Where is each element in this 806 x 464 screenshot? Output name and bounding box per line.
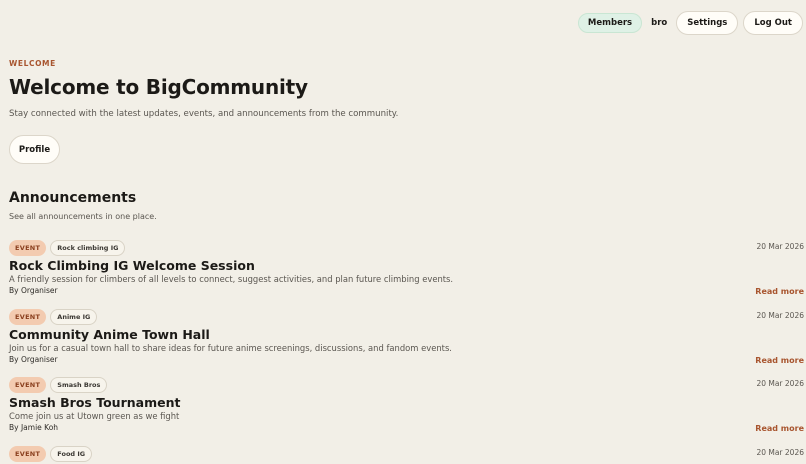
- top-nav: Members bro Settings Log Out: [577, 11, 803, 35]
- announcement-tags: EVENT Smash Bros: [9, 377, 108, 393]
- announcement-title: Rock Climbing IG Welcome Session: [9, 258, 255, 273]
- announcement-description: Come join us at Utown green as we fight: [9, 411, 180, 421]
- announcement-card: EVENT Anime IG 20 Mar 2026 Community Ani…: [9, 309, 804, 373]
- event-badge: EVENT: [9, 446, 47, 462]
- group-tag: Rock climbing IG: [50, 240, 126, 256]
- page-subtitle: Stay connected with the latest updates, …: [9, 109, 399, 119]
- announcement-date: 20 Mar 2026: [756, 242, 804, 251]
- read-more-link[interactable]: Read more: [755, 356, 804, 365]
- group-tag: Food IG: [50, 446, 93, 462]
- username-label: bro: [651, 18, 668, 28]
- announcement-date: 20 Mar 2026: [756, 311, 804, 320]
- announcement-author: By Organiser: [9, 355, 58, 364]
- announcements-subtitle: See all announcements in one place.: [9, 212, 157, 221]
- group-tag: Smash Bros: [50, 377, 108, 393]
- announcement-tags: EVENT Rock climbing IG: [9, 240, 126, 256]
- members-link[interactable]: Members: [577, 13, 643, 33]
- announcement-tags: EVENT Food IG: [9, 446, 93, 462]
- announcement-card: EVENT Rock climbing IG 20 Mar 2026 Rock …: [9, 240, 804, 304]
- announcement-date: 20 Mar 2026: [756, 448, 804, 457]
- event-badge: EVENT: [9, 377, 47, 393]
- announcement-card: EVENT Food IG 20 Mar 2026: [9, 446, 804, 464]
- announcement-tags: EVENT Anime IG: [9, 309, 98, 325]
- announcement-description: Join us for a casual town hall to share …: [9, 343, 452, 353]
- event-badge: EVENT: [9, 240, 47, 256]
- announcement-card: EVENT Smash Bros 20 Mar 2026 Smash Bros …: [9, 377, 804, 441]
- announcement-description: A friendly session for climbers of all l…: [9, 274, 454, 284]
- event-badge: EVENT: [9, 309, 47, 325]
- page-title: Welcome to BigCommunity: [9, 75, 308, 99]
- read-more-link[interactable]: Read more: [755, 424, 804, 433]
- logout-button[interactable]: Log Out: [743, 11, 803, 35]
- hero-eyebrow: WELCOME: [9, 59, 56, 68]
- announcement-author: By Jamie Koh: [9, 423, 59, 432]
- read-more-link[interactable]: Read more: [755, 287, 804, 296]
- announcement-title: Community Anime Town Hall: [9, 327, 210, 342]
- announcement-author: By Organiser: [9, 286, 58, 295]
- profile-button[interactable]: Profile: [9, 135, 60, 164]
- group-tag: Anime IG: [50, 309, 98, 325]
- announcement-date: 20 Mar 2026: [756, 379, 804, 388]
- settings-button[interactable]: Settings: [676, 11, 739, 35]
- announcement-title: Smash Bros Tournament: [9, 395, 181, 410]
- announcements-heading: Announcements: [9, 190, 137, 206]
